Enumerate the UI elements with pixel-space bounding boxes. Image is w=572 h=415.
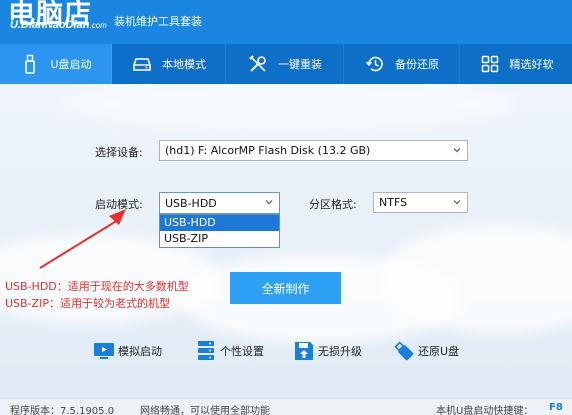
device-select[interactable]: (hd1) F: AlcorMP Flash Disk (13.2 GB) xyxy=(159,140,468,161)
partition-format-label: 分区格式: xyxy=(309,198,357,211)
tab-usb-boot[interactable]: U盘启动 xyxy=(0,44,112,84)
tab-label: 一键重装 xyxy=(278,58,322,71)
tab-featured-software[interactable]: 精选好软 xyxy=(460,44,572,84)
hotkey-label: 本机U盘启动快捷键： xyxy=(436,406,534,415)
simulate-boot-button[interactable]: 模拟启动 xyxy=(92,338,162,364)
device-label: 选择设备: xyxy=(95,146,143,159)
tools-icon xyxy=(247,53,269,75)
boot-mode-select-value: USB-HDD xyxy=(165,196,217,210)
device-select-value: (hd1) F: AlcorMP Flash Disk (13.2 GB) xyxy=(165,144,371,157)
version-text: 程序版本：7.5.1905.0 xyxy=(10,406,115,415)
app-title: 装机维护工具套装 xyxy=(114,15,202,28)
tab-local-mode[interactable]: 本地模式 xyxy=(112,44,226,84)
main-panel xyxy=(0,84,572,398)
chevron-down-icon xyxy=(453,200,461,205)
boot-mode-select[interactable]: USB-HDD xyxy=(159,192,280,214)
usb-restore-icon xyxy=(394,341,414,361)
save-upgrade-icon xyxy=(295,342,313,360)
annotation-usb-zip: USB-ZIP：适用于较为老式的机型 xyxy=(5,297,170,310)
tab-label: 本地模式 xyxy=(162,58,206,71)
app-header: 电脑店 U.DianNaoDian.com 装机维护工具套装 U盘启动 本地模式… xyxy=(0,0,572,84)
boot-mode-option-usb-hdd[interactable]: USB-HDD xyxy=(160,215,279,231)
create-new-button[interactable]: 全新制作 xyxy=(230,272,341,304)
tab-label: U盘启动 xyxy=(50,58,92,71)
status-bar: 程序版本：7.5.1905.0 网络畅通，可以使用全部功能 本机U盘启动快捷键：… xyxy=(0,398,572,415)
tool-label: 还原U盘 xyxy=(418,345,460,358)
partition-format-select[interactable]: NTFS xyxy=(373,192,468,213)
boot-mode-option-usb-zip[interactable]: USB-ZIP xyxy=(160,231,279,247)
chevron-down-icon xyxy=(453,148,461,153)
boot-mode-dropdown: USB-HDD USB-ZIP xyxy=(159,214,280,248)
chevron-down-icon xyxy=(265,200,273,205)
boot-mode-label: 启动模式: xyxy=(95,198,143,211)
server-settings-icon xyxy=(198,341,214,360)
usb-drive-icon xyxy=(19,53,41,75)
title-bar: 电脑店 U.DianNaoDian.com 装机维护工具套装 xyxy=(0,0,572,44)
restore-usb-button[interactable]: 还原U盘 xyxy=(392,338,459,364)
tool-label: 模拟启动 xyxy=(118,345,162,358)
tab-backup-restore[interactable]: 备份还原 xyxy=(344,44,460,84)
network-status: 网络畅通，可以使用全部功能 xyxy=(140,406,270,415)
partition-format-value: NTFS xyxy=(379,196,408,209)
tab-label: 备份还原 xyxy=(395,58,439,71)
annotation-usb-hdd: USB-HDD：适用于现在的大多数机型 xyxy=(5,280,189,293)
apps-grid-icon xyxy=(479,53,501,75)
tab-one-click-reinstall[interactable]: 一键重装 xyxy=(226,44,344,84)
logo-url-main: U.DianNaoDian xyxy=(10,19,90,31)
hard-disk-icon xyxy=(131,53,153,75)
history-icon xyxy=(364,53,386,75)
lossless-upgrade-button[interactable]: 无损升级 xyxy=(292,338,362,364)
logo-url-domain: .com xyxy=(89,21,107,30)
tool-label: 个性设置 xyxy=(220,345,264,358)
tool-label: 无损升级 xyxy=(318,345,362,358)
monitor-play-icon xyxy=(94,343,114,359)
background-cloud xyxy=(60,84,520,134)
tab-label: 精选好软 xyxy=(509,58,554,71)
hotkey-value: F8 xyxy=(549,402,563,413)
logo-url: U.DianNaoDian.com xyxy=(10,19,107,31)
main-tabs: U盘启动 本地模式 一键重装 备份还原 精选好软 xyxy=(0,44,572,84)
personal-settings-button[interactable]: 个性设置 xyxy=(194,338,264,364)
